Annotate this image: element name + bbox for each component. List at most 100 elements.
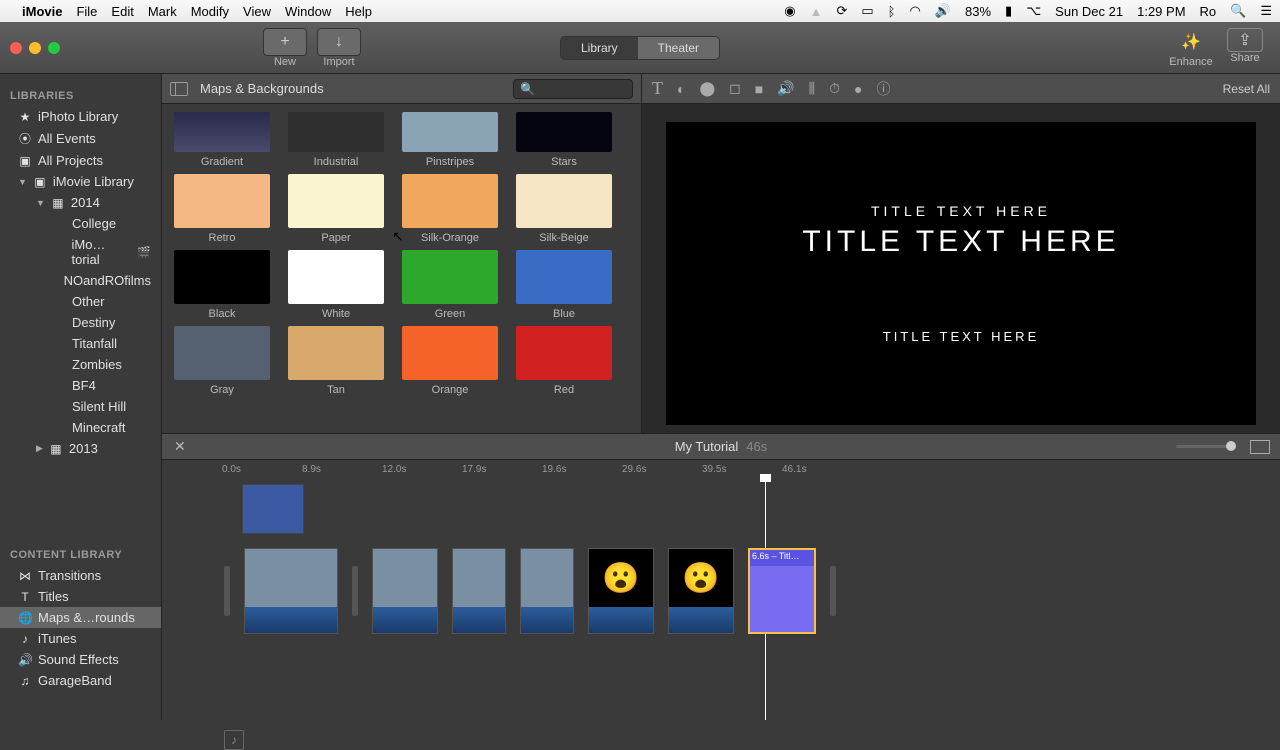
sidebar-item-sound-effects[interactable]: 🔊Sound Effects [0, 649, 161, 670]
sidebar-item-zombies[interactable]: Zombies [0, 354, 161, 375]
timeline-clip[interactable] [244, 548, 338, 634]
background-blue[interactable]: Blue [516, 250, 612, 320]
sidebar-item-destiny[interactable]: Destiny [0, 312, 161, 333]
stabilize-icon[interactable]: ■ [755, 81, 763, 97]
spotlight-icon[interactable]: 🔍 [1230, 3, 1246, 19]
user[interactable]: Ro [1200, 4, 1217, 19]
background-green[interactable]: Green [402, 250, 498, 320]
tab-theater[interactable]: Theater [638, 37, 719, 59]
sidebar-item-transitions[interactable]: ⋈Transitions [0, 565, 161, 586]
selected-title-clip[interactable]: 6.6s – Titl… [748, 548, 816, 634]
sidebar-item-itunes[interactable]: ♪iTunes [0, 628, 161, 649]
sidebar-item-2013[interactable]: ▶▦2013 [0, 438, 161, 459]
background-retro[interactable]: Retro [174, 174, 270, 244]
mode-segment[interactable]: Library Theater [560, 36, 720, 60]
sidebar-item-imovie-library[interactable]: ▼▣iMovie Library [0, 171, 161, 192]
airplay-icon[interactable]: ▭ [861, 3, 873, 19]
background-stars[interactable]: Stars [516, 112, 612, 168]
sidebar-item-minecraft[interactable]: Minecraft [0, 417, 161, 438]
zoom-slider[interactable] [1176, 445, 1236, 448]
sidebar-item-silent-hill[interactable]: Silent Hill [0, 396, 161, 417]
timeline-clip[interactable] [452, 548, 506, 634]
timeline-clip[interactable]: 😮 [668, 548, 734, 634]
sidebar-item-other[interactable]: Other [0, 291, 161, 312]
sidebar-item-noandrofilms[interactable]: NOandROfilms [0, 270, 161, 291]
sidebar-item-bf4[interactable]: BF4 [0, 375, 161, 396]
sidebar-item-college[interactable]: College [0, 213, 161, 234]
color-correct-icon[interactable]: ⬤ [699, 80, 715, 97]
filter-icon[interactable]: ● [854, 81, 862, 97]
background-black[interactable]: Black [174, 250, 270, 320]
preview-frame[interactable]: TITLE TEXT HERE TITLE TEXT HERE TITLE TE… [666, 122, 1256, 425]
menu-window[interactable]: Window [285, 4, 331, 19]
color-balance-icon[interactable]: ◐ [677, 81, 685, 97]
sidebar-item-imo-torial[interactable]: iMo…torial🎬 [0, 234, 161, 270]
sidebar-item-2014[interactable]: ▼▦2014 [0, 192, 161, 213]
timeline-clip[interactable]: 😮 [588, 548, 654, 634]
thumbnails-toggle-icon[interactable] [1250, 440, 1270, 454]
timeline-tracks[interactable]: 😮 😮 6.6s – Titl… ♪ [162, 478, 1280, 720]
volume-tool-icon[interactable]: 🔊 [777, 80, 794, 97]
sidebar-item-all-events[interactable]: ⦿All Events [0, 127, 161, 150]
time[interactable]: 1:29 PM [1137, 4, 1185, 19]
clip-edge[interactable] [224, 566, 230, 616]
text-tool-icon[interactable]: T [652, 78, 663, 99]
sidebar-item-all-projects[interactable]: ▣All Projects [0, 150, 161, 171]
notification-icon[interactable]: ▲ [810, 4, 823, 19]
background-gray[interactable]: Gray [174, 326, 270, 396]
libraries-header: LIBRARIES [0, 80, 161, 106]
tab-library[interactable]: Library [561, 37, 638, 59]
music-track-icon[interactable]: ♪ [224, 730, 244, 750]
date[interactable]: Sun Dec 21 [1055, 4, 1123, 19]
menu-modify[interactable]: Modify [191, 4, 229, 19]
speed-icon[interactable]: ⏱ [829, 80, 840, 97]
panel-toggle-icon[interactable] [170, 82, 188, 96]
window-controls[interactable] [10, 42, 60, 54]
sync-icon[interactable]: ⟳ [836, 3, 847, 19]
crop-icon[interactable]: ◻ [729, 80, 741, 97]
switch-icon[interactable]: ⌥ [1026, 3, 1041, 19]
menu-view[interactable]: View [243, 4, 271, 19]
share-button[interactable]: ⇪Share [1220, 28, 1270, 68]
overlay-clip[interactable] [242, 484, 304, 534]
background-silk-beige[interactable]: Silk-Beige [516, 174, 612, 244]
record-icon[interactable]: ◉ [784, 3, 795, 19]
menu-help[interactable]: Help [345, 4, 372, 19]
sidebar-item-garageband[interactable]: ♫GarageBand [0, 670, 161, 691]
background-white[interactable]: White [288, 250, 384, 320]
menu-file[interactable]: File [76, 4, 97, 19]
clip-edge[interactable] [830, 566, 836, 616]
import-button[interactable]: ↓Import [314, 28, 364, 68]
battery-percent[interactable]: 83% [965, 4, 991, 19]
clip-edge[interactable] [352, 566, 358, 616]
info-icon[interactable]: ⓘ [877, 79, 891, 99]
wifi-icon[interactable]: ◠ [909, 3, 920, 19]
sidebar-item-iphoto-library[interactable]: ★iPhoto Library [0, 106, 161, 127]
timeline-ruler[interactable]: 0.0s8.9s12.0s17.9s19.6s29.6s39.5s46.1s [162, 460, 1280, 478]
background-orange[interactable]: Orange [402, 326, 498, 396]
enhance-button[interactable]: ✨Enhance [1166, 28, 1216, 68]
new-button[interactable]: +New [260, 28, 310, 68]
sidebar-item-titanfall[interactable]: Titanfall [0, 333, 161, 354]
timeline-clip[interactable] [520, 548, 574, 634]
timeline-clip[interactable] [372, 548, 438, 634]
background-gradient[interactable]: Gradient [174, 112, 270, 168]
volume-icon[interactable]: 🔊 [935, 3, 951, 19]
sidebar-item-titles[interactable]: TTitles [0, 586, 161, 607]
menu-edit[interactable]: Edit [111, 4, 133, 19]
background-silk-orange[interactable]: Silk-Orange [402, 174, 498, 244]
background-industrial[interactable]: Industrial [288, 112, 384, 168]
menu-mark[interactable]: Mark [148, 4, 177, 19]
background-pinstripes[interactable]: Pinstripes [402, 112, 498, 168]
close-icon[interactable]: ✕ [174, 438, 186, 455]
background-red[interactable]: Red [516, 326, 612, 396]
background-paper[interactable]: Paper [288, 174, 384, 244]
background-tan[interactable]: Tan [288, 326, 384, 396]
search-input[interactable]: 🔍 [513, 79, 633, 99]
bluetooth-icon[interactable]: ᛒ [888, 4, 896, 19]
menu-app[interactable]: iMovie [22, 4, 62, 19]
list-icon[interactable]: ☰ [1260, 3, 1272, 19]
noise-icon[interactable]: ⫼ [809, 80, 815, 97]
reset-all-button[interactable]: Reset All [1223, 82, 1270, 96]
sidebar-item-maps-rounds[interactable]: 🌐Maps &…rounds [0, 607, 161, 628]
